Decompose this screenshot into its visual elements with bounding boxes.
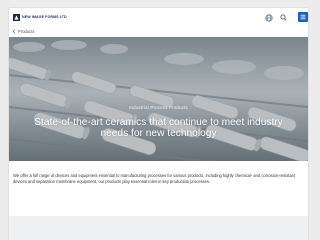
hero-title: State-of-the-art ceramics that continue … bbox=[34, 117, 283, 140]
page-frame: NEW IMAGE FORMS LTD Products Industrial … bbox=[9, 8, 308, 240]
language-button[interactable] bbox=[264, 13, 273, 22]
breadcrumb[interactable]: Products bbox=[12, 27, 35, 35]
logo-mark-icon bbox=[13, 13, 20, 21]
site-header: NEW IMAGE FORMS LTD bbox=[9, 8, 308, 27]
intro-paragraph: We offer a full range of devices and equ… bbox=[13, 173, 296, 185]
search-button[interactable] bbox=[279, 13, 288, 22]
search-icon bbox=[280, 14, 287, 21]
breadcrumb-label: Products bbox=[18, 28, 35, 34]
logo-text: NEW IMAGE FORMS LTD bbox=[22, 15, 67, 19]
menu-icon bbox=[300, 14, 306, 20]
hero-eyebrow: Industrial Process Products bbox=[129, 105, 188, 110]
footer-band bbox=[9, 216, 308, 240]
chevron-left-icon bbox=[12, 28, 16, 34]
hero-banner: Industrial Process Products State-of-the… bbox=[9, 37, 308, 161]
site-logo[interactable]: NEW IMAGE FORMS LTD bbox=[13, 13, 67, 21]
hero-overlay bbox=[9, 37, 308, 161]
menu-button[interactable] bbox=[298, 12, 308, 22]
globe-icon bbox=[264, 13, 273, 22]
